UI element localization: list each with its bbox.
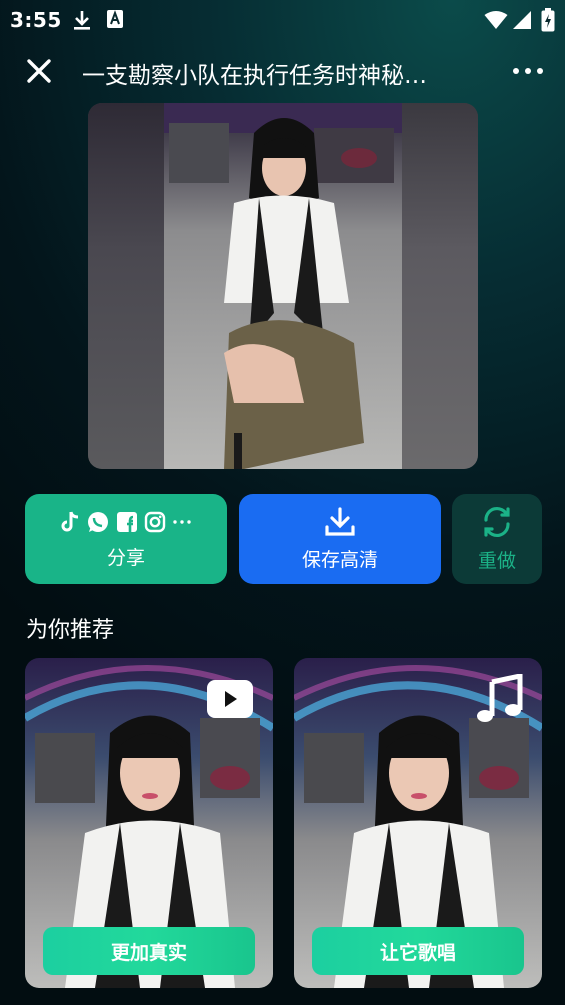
result-preview[interactable] [88,103,478,469]
top-bar: 一支勘察小队在执行任务时神秘… [0,44,565,96]
share-icons [60,509,192,535]
save-hd-button[interactable]: 保存高清 [239,494,441,584]
play-icon [225,691,237,707]
app-a-status-icon [107,10,123,28]
recommend-title: 为你推荐 [26,618,115,643]
make-it-sing-label: 让它歌唱 [379,941,456,964]
instagram-icon [144,511,166,532]
music-note-icon [477,674,523,722]
recommend-card-realistic[interactable]: 更加真实 [25,658,273,988]
share-button[interactable]: 分享 [25,494,227,584]
more-options-icon[interactable] [510,56,546,86]
save-label: 保存高清 [301,548,378,571]
recommend-card-sing[interactable]: 让它歌唱 [294,658,542,988]
close-icon[interactable] [22,54,56,88]
whatsapp-icon [88,511,108,532]
download-icon [325,506,355,536]
make-it-sing-button[interactable]: 让它歌唱 [312,927,524,975]
refresh-icon [484,506,510,537]
more-realistic-label: 更加真实 [110,941,187,964]
download-status-icon [74,11,90,30]
action-row: 分享 保存高清 重做 [0,494,565,584]
preview-blur-left [88,103,164,469]
battery-charging-icon [541,8,555,32]
status-bar: 3:55 [0,0,565,40]
redo-button[interactable]: 重做 [452,494,542,584]
more-share-icon [173,519,191,524]
status-time: 3:55 [10,8,62,32]
redo-label: 重做 [477,549,516,572]
share-label: 分享 [106,546,145,569]
signal-icon [513,11,531,29]
wifi-icon [484,11,508,29]
video-badge [207,680,253,718]
more-realistic-button[interactable]: 更加真实 [43,927,255,975]
result-photo [164,103,402,469]
facebook-icon [117,511,137,532]
page-title: 一支勘察小队在执行任务时神秘… [82,63,427,89]
tiktok-icon [61,511,79,531]
preview-blur-right [402,103,478,469]
